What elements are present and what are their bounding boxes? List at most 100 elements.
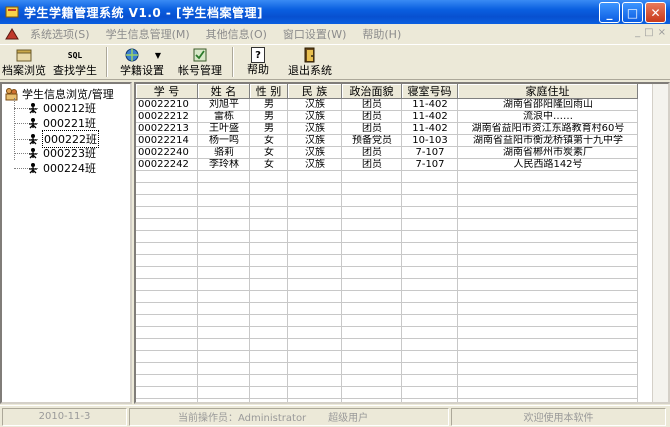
table-cell[interactable]: 刘旭平 bbox=[198, 99, 250, 111]
status-role: 超级用户 bbox=[328, 413, 369, 424]
table-cell[interactable]: 预备党员 bbox=[342, 135, 402, 147]
student-icon bbox=[29, 134, 37, 145]
table-cell[interactable]: 人民西路142号 bbox=[458, 159, 638, 171]
toolbar-separator bbox=[232, 47, 234, 77]
table-cell[interactable]: 骆莉 bbox=[198, 147, 250, 159]
mdi-close-button[interactable]: × bbox=[658, 27, 666, 38]
minimize-button[interactable]: _ bbox=[599, 2, 620, 23]
mdi-restore-button[interactable]: □ bbox=[644, 27, 653, 38]
table-cell[interactable]: 7-107 bbox=[402, 147, 458, 159]
help-button[interactable]: ? 帮助 bbox=[238, 45, 278, 79]
tree-node-class[interactable]: 000224班 bbox=[14, 160, 97, 176]
grid-line bbox=[136, 290, 638, 291]
table-cell[interactable]: 湖南省益阳市资江东路教育村60号 bbox=[458, 123, 638, 135]
maximize-button[interactable]: □ bbox=[622, 2, 643, 23]
class-tree[interactable]: 学生信息浏览/管理 000212班 000221班 000222班 000223… bbox=[0, 82, 132, 404]
table-cell[interactable]: 团员 bbox=[342, 99, 402, 111]
menu-help[interactable]: 帮助(H) bbox=[354, 26, 409, 42]
table-cell[interactable]: 李玲林 bbox=[198, 159, 250, 171]
table-cell[interactable]: 流浪中…… bbox=[458, 111, 638, 123]
column-header[interactable]: 性 别 bbox=[250, 84, 288, 99]
mdi-child-icon[interactable] bbox=[4, 27, 20, 41]
table-cell[interactable]: 汉族 bbox=[288, 135, 342, 147]
enrollment-settings-button[interactable]: ▼ 学籍设置 bbox=[112, 45, 172, 79]
table-cell[interactable]: 团员 bbox=[342, 159, 402, 171]
grid-line bbox=[136, 242, 638, 243]
tree-node-label: 000224班 bbox=[43, 162, 96, 175]
table-cell[interactable]: 10-103 bbox=[402, 135, 458, 147]
column-header[interactable]: 政治面貌 bbox=[342, 84, 402, 99]
table-cell[interactable]: 11-402 bbox=[402, 99, 458, 111]
grid-line bbox=[136, 302, 638, 303]
users-folder-icon bbox=[5, 88, 18, 101]
table-cell[interactable]: 女 bbox=[250, 159, 288, 171]
table-cell[interactable]: 男 bbox=[250, 99, 288, 111]
column-header[interactable]: 学 号 bbox=[136, 84, 198, 99]
dropdown-arrow-icon[interactable]: ▼ bbox=[155, 51, 161, 60]
table-cell[interactable]: 男 bbox=[250, 111, 288, 123]
student-icon bbox=[29, 163, 37, 174]
table-cell[interactable]: 00022240 bbox=[136, 147, 198, 159]
status-operator-panel: 当前操作员：Administrator 超级用户 bbox=[129, 407, 449, 426]
toolbar-separator bbox=[106, 47, 108, 77]
table-cell[interactable]: 湖南省益阳市衡龙桥镇第十九中学 bbox=[458, 135, 638, 147]
table-cell[interactable]: 7-107 bbox=[402, 159, 458, 171]
archive-browse-label: 档案浏览 bbox=[2, 64, 46, 77]
grid-line bbox=[136, 350, 638, 351]
column-header[interactable]: 民 族 bbox=[288, 84, 342, 99]
grid-line bbox=[136, 374, 638, 375]
status-date: 2010-11-3 bbox=[2, 407, 127, 426]
table-cell[interactable]: 汉族 bbox=[288, 111, 342, 123]
column-header[interactable]: 姓 名 bbox=[198, 84, 250, 99]
column-header[interactable]: 家庭住址 bbox=[458, 84, 638, 99]
table-cell[interactable]: 湖南省郴州市炭素厂 bbox=[458, 147, 638, 159]
table-cell[interactable]: 王叶盛 bbox=[198, 123, 250, 135]
table-cell[interactable]: 雷栋 bbox=[198, 111, 250, 123]
account-management-button[interactable]: 帐号管理 bbox=[172, 45, 228, 79]
grid-line bbox=[136, 278, 638, 279]
table-cell[interactable]: 团员 bbox=[342, 147, 402, 159]
grid-canvas: 学 号姓 名性 别民 族政治面貌 寝室号码 家庭住址 00022210 刘旭平男汉族 团员… bbox=[136, 84, 656, 402]
column-header[interactable]: 寝室号码 bbox=[402, 84, 458, 99]
table-cell[interactable]: 00022213 bbox=[136, 123, 198, 135]
help-icon: ? bbox=[251, 47, 265, 63]
tree-node-class[interactable]: 000212班 bbox=[14, 100, 97, 116]
exit-system-label: 退出系统 bbox=[288, 64, 332, 77]
table-cell[interactable]: 00022242 bbox=[136, 159, 198, 171]
table-cell[interactable]: 汉族 bbox=[288, 159, 342, 171]
find-student-button[interactable]: SQL 查找学生 bbox=[48, 45, 102, 79]
table-cell[interactable]: 杨一鸣 bbox=[198, 135, 250, 147]
table-cell[interactable]: 团员 bbox=[342, 111, 402, 123]
table-cell[interactable]: 00022212 bbox=[136, 111, 198, 123]
find-student-label: 查找学生 bbox=[53, 64, 97, 77]
tree-node-class[interactable]: 000223班 bbox=[14, 145, 97, 161]
archive-browse-button[interactable]: 档案浏览 bbox=[0, 45, 48, 79]
menu-other-info[interactable]: 其他信息(O) bbox=[198, 26, 275, 42]
menu-student-info[interactable]: 学生信息管理(M) bbox=[98, 26, 198, 42]
table-cell[interactable]: 女 bbox=[250, 147, 288, 159]
grid-line bbox=[136, 398, 638, 399]
close-button[interactable]: ✕ bbox=[645, 2, 666, 23]
exit-system-button[interactable]: 退出系统 bbox=[282, 45, 338, 79]
grid-line bbox=[136, 218, 638, 219]
table-cell[interactable]: 11-402 bbox=[402, 123, 458, 135]
mdi-minimize-button[interactable]: _ bbox=[635, 27, 640, 38]
grid-line bbox=[136, 254, 638, 255]
globe-settings-icon bbox=[125, 48, 139, 62]
table-cell[interactable]: 汉族 bbox=[288, 147, 342, 159]
table-cell[interactable]: 汉族 bbox=[288, 99, 342, 111]
table-cell[interactable]: 11-402 bbox=[402, 111, 458, 123]
menu-system[interactable]: 系统选项(S) bbox=[22, 26, 98, 42]
student-grid[interactable]: 学 号姓 名性 别民 族政治面貌 寝室号码 家庭住址 00022210 刘旭平男汉族 团员… bbox=[134, 82, 670, 404]
table-cell[interactable]: 女 bbox=[250, 135, 288, 147]
table-cell[interactable]: 00022214 bbox=[136, 135, 198, 147]
menu-window[interactable]: 窗口设置(W) bbox=[275, 26, 354, 42]
table-cell[interactable]: 湖南省邵阳隆回雨山 bbox=[458, 99, 638, 111]
table-cell[interactable]: 团员 bbox=[342, 123, 402, 135]
table-cell[interactable]: 汉族 bbox=[288, 123, 342, 135]
grid-line bbox=[136, 206, 638, 207]
table-cell[interactable]: 00022210 bbox=[136, 99, 198, 111]
table-cell[interactable]: 男 bbox=[250, 123, 288, 135]
tree-node-class[interactable]: 000221班 bbox=[14, 115, 97, 131]
vertical-scrollbar[interactable] bbox=[652, 84, 668, 402]
